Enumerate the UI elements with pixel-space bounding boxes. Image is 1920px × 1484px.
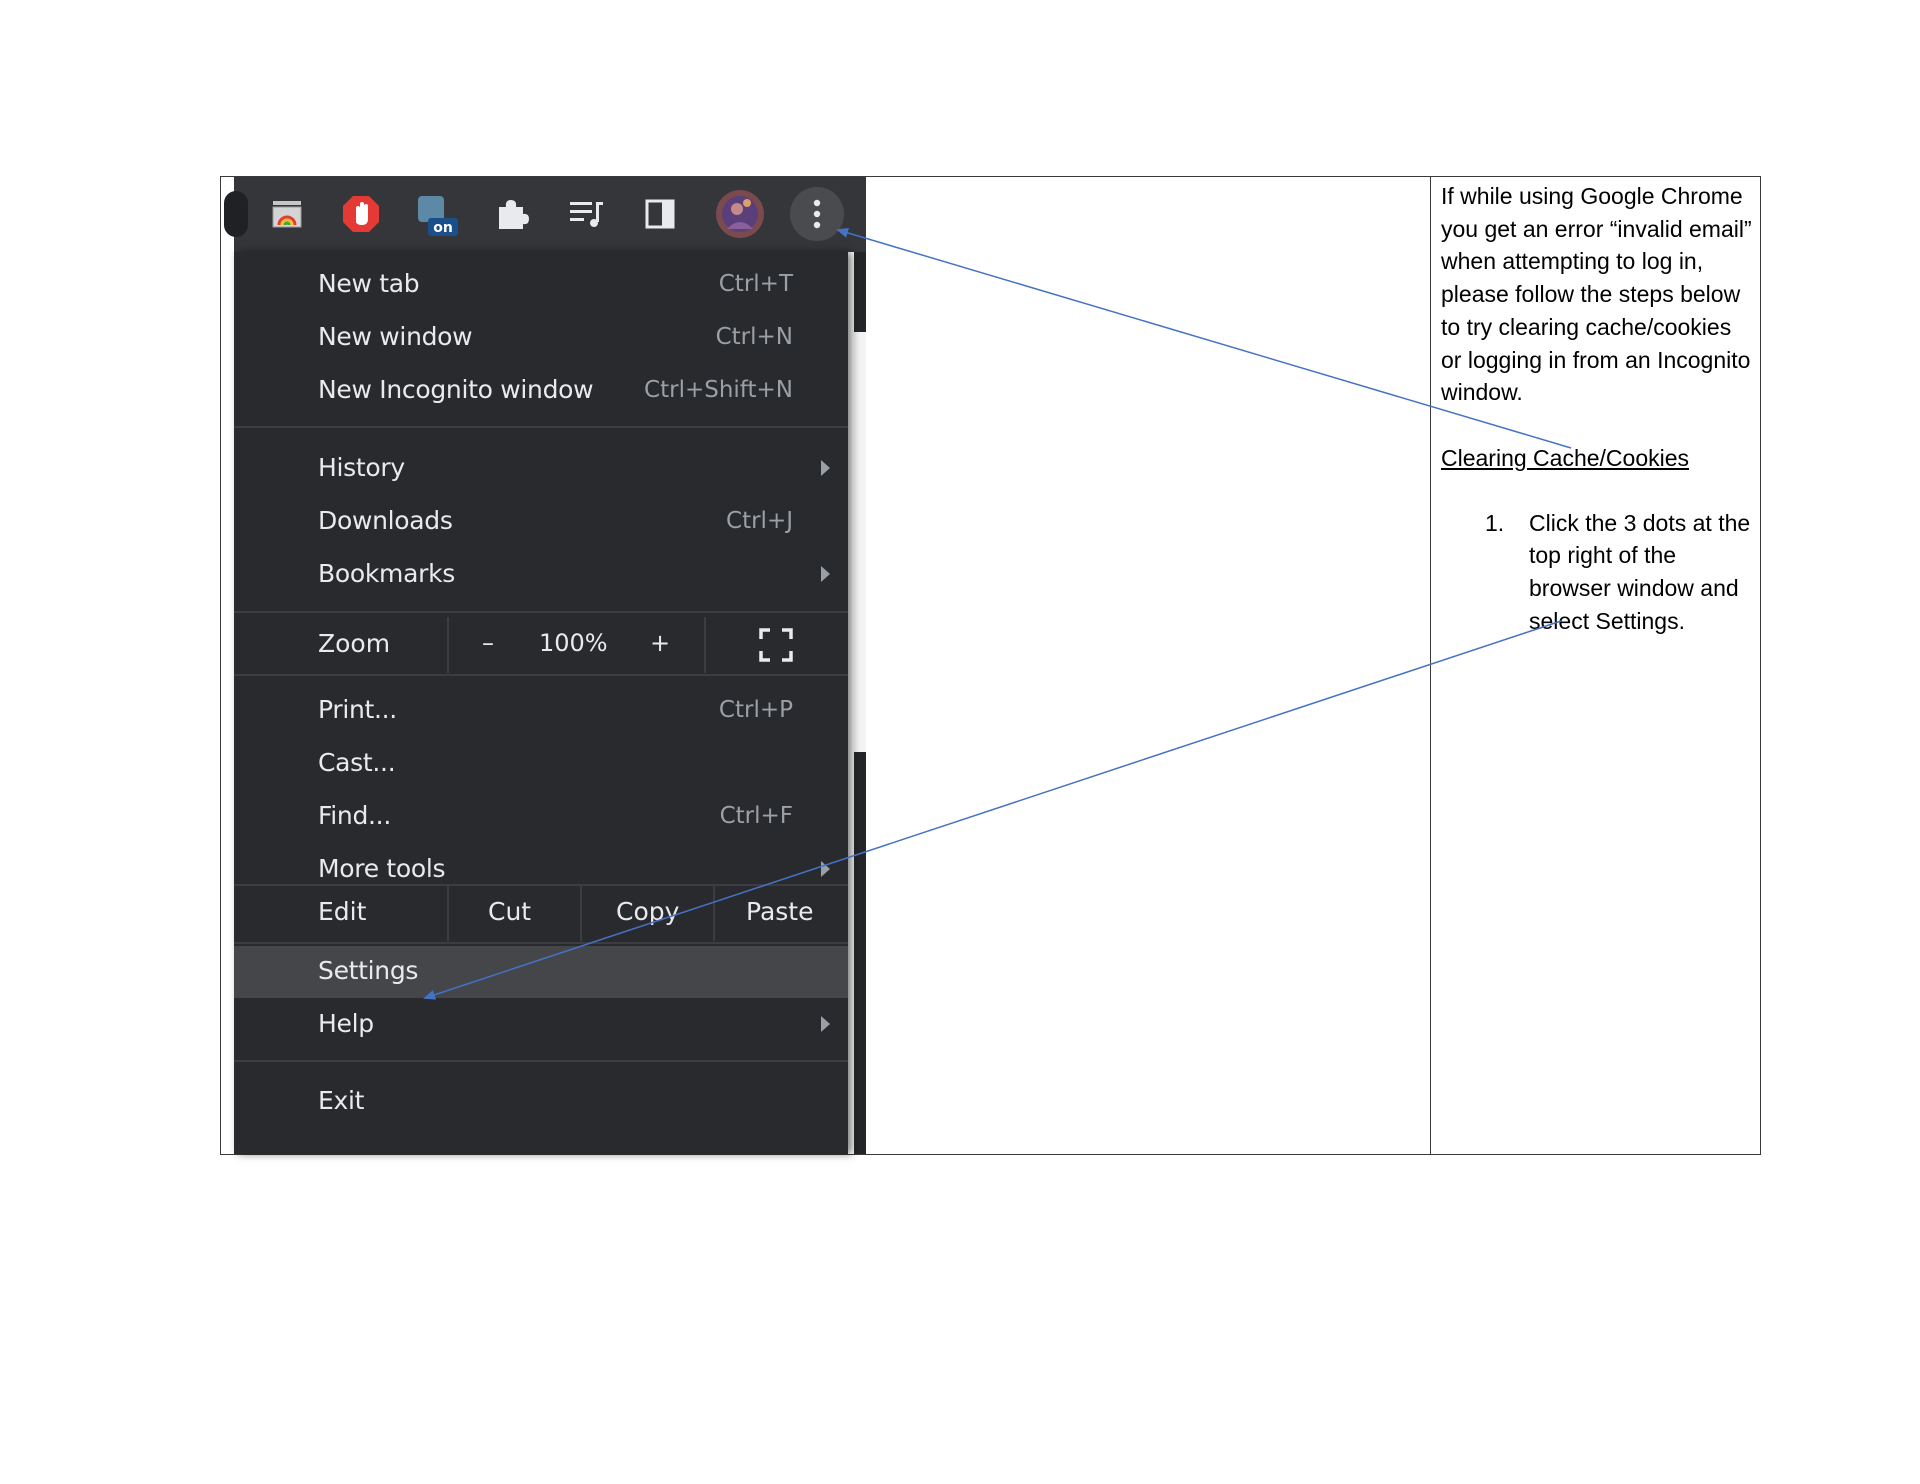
menu-item-new-window[interactable]: New window Ctrl+N bbox=[234, 312, 848, 364]
submenu-arrow-icon bbox=[821, 460, 830, 476]
paste-button[interactable]: Paste bbox=[746, 897, 813, 926]
menu-item-label: New window bbox=[318, 322, 473, 351]
menu-separator bbox=[234, 1060, 848, 1062]
menu-separator bbox=[234, 426, 848, 428]
zoom-row: Zoom – 100% + bbox=[234, 617, 848, 673]
submenu-arrow-icon bbox=[821, 566, 830, 582]
menu-item-bookmarks[interactable]: Bookmarks bbox=[234, 549, 848, 601]
document-table: on New tab Ctrl+T New window Ctrl+N New … bbox=[220, 176, 1761, 1155]
menu-item-label: Bookmarks bbox=[318, 559, 455, 588]
menu-item-label: More tools bbox=[318, 854, 446, 883]
ad-block-hand-icon[interactable] bbox=[341, 194, 381, 234]
copy-button[interactable]: Copy bbox=[616, 897, 679, 926]
zoom-divider bbox=[447, 617, 449, 673]
page-background-strip bbox=[854, 332, 866, 752]
edit-divider bbox=[580, 885, 582, 941]
zoom-in-button[interactable]: + bbox=[650, 629, 670, 657]
edit-divider bbox=[447, 885, 449, 941]
menu-item-exit[interactable]: Exit bbox=[234, 1076, 848, 1128]
list-item: 1. Click the 3 dots at the top right of … bbox=[1441, 507, 1753, 638]
step-number: 1. bbox=[1485, 509, 1505, 536]
column-divider bbox=[1430, 177, 1431, 1154]
menu-item-label: Exit bbox=[318, 1086, 365, 1115]
menu-item-shortcut: Ctrl+J bbox=[726, 508, 793, 534]
steps-list: 1. Click the 3 dots at the top right of … bbox=[1441, 507, 1753, 638]
menu-item-print[interactable]: Print... Ctrl+P bbox=[234, 685, 848, 737]
edit-row: Edit Cut Copy Paste bbox=[234, 885, 848, 941]
submenu-arrow-icon bbox=[821, 1016, 830, 1032]
menu-item-help[interactable]: Help bbox=[234, 999, 848, 1051]
menu-separator bbox=[234, 942, 848, 944]
menu-item-shortcut: Ctrl+P bbox=[718, 697, 793, 723]
address-bar-edge bbox=[224, 191, 248, 237]
submenu-arrow-icon bbox=[821, 861, 830, 877]
chrome-toolbar: on bbox=[224, 177, 866, 252]
step-text: Click the 3 dots at the top right of the… bbox=[1529, 509, 1751, 634]
edit-divider bbox=[713, 885, 715, 941]
chrome-main-menu: New tab Ctrl+T New window Ctrl+N New Inc… bbox=[234, 252, 848, 1154]
menu-item-new-incognito-window[interactable]: New Incognito window Ctrl+Shift+N bbox=[234, 365, 848, 417]
zoom-out-button[interactable]: – bbox=[482, 629, 494, 657]
menu-separator bbox=[234, 611, 848, 613]
menu-item-downloads[interactable]: Downloads Ctrl+J bbox=[234, 496, 848, 548]
menu-item-label: Find... bbox=[318, 801, 391, 830]
profile-avatar[interactable] bbox=[715, 189, 765, 239]
section-heading: Clearing Cache/Cookies bbox=[1441, 444, 1690, 471]
menu-item-settings[interactable]: Settings bbox=[234, 946, 848, 998]
menu-item-label: History bbox=[318, 453, 405, 482]
menu-item-shortcut: Ctrl+N bbox=[715, 324, 793, 350]
tab-search-icon[interactable] bbox=[267, 194, 307, 234]
menu-item-history[interactable]: History bbox=[234, 443, 848, 495]
extension-on-badge-icon[interactable]: on bbox=[414, 192, 460, 238]
media-playlist-icon[interactable] bbox=[566, 194, 606, 234]
menu-item-shortcut: Ctrl+F bbox=[719, 803, 793, 829]
three-dots-menu-icon[interactable] bbox=[790, 187, 844, 241]
instructions-cell: If while using Google Chrome you get an … bbox=[1441, 177, 1753, 637]
cut-button[interactable]: Cut bbox=[488, 897, 531, 926]
menu-item-label: Print... bbox=[318, 695, 397, 724]
zoom-level: 100% bbox=[539, 629, 608, 657]
menu-separator bbox=[234, 674, 848, 676]
menu-item-label: Settings bbox=[318, 956, 419, 985]
menu-item-shortcut: Ctrl+T bbox=[718, 271, 793, 297]
menu-item-new-tab[interactable]: New tab Ctrl+T bbox=[234, 259, 848, 311]
menu-item-cast[interactable]: Cast... bbox=[234, 738, 848, 790]
intro-paragraph: If while using Google Chrome you get an … bbox=[1441, 183, 1752, 406]
menu-item-label: Cast... bbox=[318, 748, 396, 777]
chrome-menu-screenshot: on New tab Ctrl+T New window Ctrl+N New … bbox=[224, 177, 866, 1154]
menu-item-label: New tab bbox=[318, 269, 420, 298]
zoom-label: Zoom bbox=[318, 629, 391, 658]
puzzle-extensions-icon[interactable] bbox=[492, 194, 532, 234]
side-panel-icon[interactable] bbox=[640, 194, 680, 234]
edit-label: Edit bbox=[318, 897, 367, 926]
menu-item-label: Help bbox=[318, 1009, 374, 1038]
zoom-divider bbox=[704, 617, 706, 673]
menu-item-label: Downloads bbox=[318, 506, 453, 535]
menu-item-label: New Incognito window bbox=[318, 375, 594, 404]
extension-badge-label: on bbox=[433, 220, 453, 236]
menu-item-find[interactable]: Find... Ctrl+F bbox=[234, 791, 848, 843]
fullscreen-icon[interactable] bbox=[758, 627, 794, 663]
menu-item-shortcut: Ctrl+Shift+N bbox=[644, 377, 793, 403]
